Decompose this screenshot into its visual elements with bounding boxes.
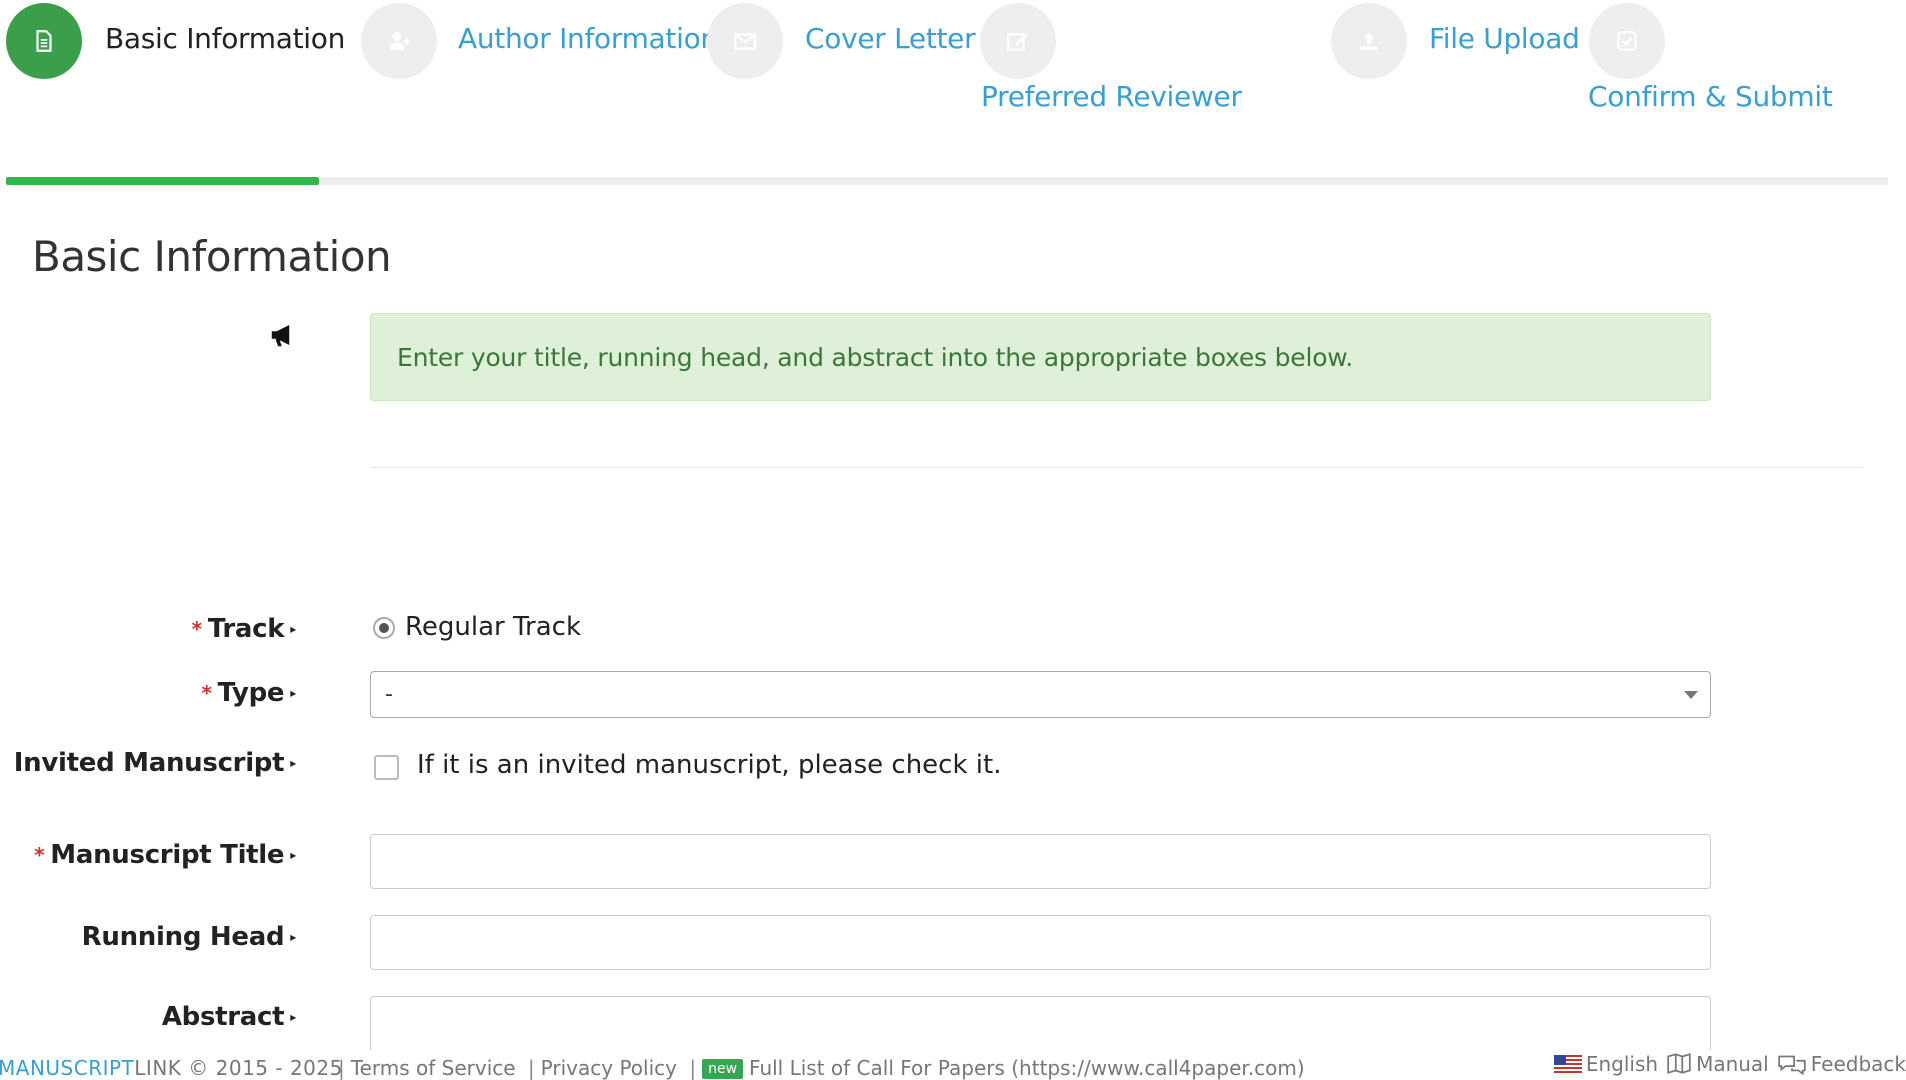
invited-manuscript-checkbox[interactable]	[374, 755, 399, 780]
abstract-label: Abstract ▸	[162, 1002, 296, 1032]
separator: |	[527, 1056, 535, 1080]
footer-links: | Terms of Service | Privacy Policy | new Fu…	[332, 1056, 1305, 1080]
running-head-label-text: Running Head	[81, 922, 285, 952]
track-label: * Track ▸	[191, 614, 297, 644]
envelope-icon	[734, 33, 756, 50]
type-select-value: -	[385, 682, 393, 707]
track-option-label[interactable]: Regular Track	[405, 612, 581, 642]
invited-label-text: Invited Manuscript	[13, 748, 285, 778]
separator: |	[689, 1056, 697, 1080]
document-icon	[36, 30, 52, 52]
footer-brand: MANUSCRIPTLINK © 2015 - 2025	[0, 1056, 343, 1080]
required-mark: *	[201, 681, 212, 705]
type-select[interactable]: -	[370, 671, 1711, 718]
radio-dot	[379, 623, 389, 633]
feedback-label: Feedback	[1810, 1052, 1906, 1076]
caret-right-icon: ▸	[290, 930, 296, 944]
book-icon	[1667, 1053, 1691, 1074]
edit-icon	[1007, 33, 1028, 51]
manual-link[interactable]: Manual	[1666, 1052, 1769, 1076]
step-label-confirm-submit[interactable]: Confirm & Submit	[1588, 80, 1833, 113]
step-file-upload[interactable]	[1331, 3, 1407, 79]
step-preferred-reviewer[interactable]	[980, 3, 1056, 79]
running-head-label: Running Head ▸	[81, 922, 297, 952]
divider	[370, 467, 1863, 468]
running-head-input[interactable]	[370, 915, 1711, 970]
caret-right-icon: ▸	[290, 1010, 296, 1024]
step-label-file-upload[interactable]: File Upload	[1429, 22, 1580, 55]
brand-manuscript: MANUSCRIPT	[0, 1056, 135, 1080]
language-label: English	[1585, 1052, 1659, 1076]
page-title: Basic Information	[32, 232, 392, 281]
manual-label: Manual	[1696, 1052, 1769, 1076]
manuscript-title-label-text: Manuscript Title	[50, 840, 285, 870]
terms-link[interactable]: Terms of Service	[351, 1056, 516, 1080]
language-selector[interactable]: English	[1553, 1052, 1659, 1076]
megaphone-icon	[271, 325, 290, 347]
feedback-link[interactable]: Feedback	[1777, 1052, 1906, 1076]
manuscript-title-label: * Manuscript Title ▸	[34, 840, 296, 870]
manuscript-title-input[interactable]	[370, 834, 1711, 889]
us-flag-icon	[1553, 1055, 1582, 1073]
step-basic-information[interactable]	[6, 3, 82, 79]
copyright: © 2015 - 2025	[188, 1056, 343, 1080]
call-for-papers-link[interactable]: Full List of Call For Papers (https://ww…	[749, 1056, 1305, 1080]
step-label-cover-letter[interactable]: Cover Letter	[805, 22, 976, 55]
upload-icon	[1360, 32, 1378, 50]
separator: |	[338, 1056, 345, 1080]
type-label: * Type ▸	[201, 678, 296, 708]
invited-manuscript-checkbox-label[interactable]: If it is an invited manuscript, please c…	[417, 750, 1001, 780]
add-user-icon	[389, 32, 410, 50]
footer-right: English Manual Feedback	[1553, 1052, 1906, 1076]
abstract-label-text: Abstract	[161, 1002, 285, 1032]
type-label-text: Type	[217, 678, 285, 708]
chat-bubbles-icon	[1778, 1055, 1806, 1075]
track-radio-regular[interactable]	[373, 617, 395, 639]
caret-right-icon: ▸	[290, 622, 296, 636]
privacy-link[interactable]: Privacy Policy	[541, 1056, 677, 1080]
abstract-textarea[interactable]	[370, 996, 1711, 1056]
wizard-progress-bar	[6, 177, 1888, 185]
footer: MANUSCRIPTLINK © 2015 - 2025 | Terms of S…	[0, 1050, 1906, 1080]
instruction-notice: Enter your title, running head, and abst…	[370, 313, 1711, 401]
step-label-basic-information[interactable]: Basic Information	[105, 22, 345, 55]
invited-manuscript-label: Invited Manuscript ▸	[13, 748, 297, 778]
required-mark: *	[34, 843, 45, 867]
step-label-preferred-reviewer[interactable]: Preferred Reviewer	[981, 80, 1242, 113]
caret-right-icon: ▸	[290, 756, 296, 770]
step-author-information[interactable]	[361, 3, 437, 79]
step-confirm-submit[interactable]	[1589, 3, 1665, 79]
caret-right-icon: ▸	[290, 848, 296, 862]
required-mark: *	[191, 617, 202, 641]
brand-link: LINK	[134, 1056, 182, 1080]
check-icon	[1617, 31, 1637, 51]
step-cover-letter[interactable]	[707, 3, 783, 79]
wizard-progress-fill	[6, 177, 319, 185]
track-label-text: Track	[207, 614, 285, 644]
step-label-author-information[interactable]: Author Information	[458, 22, 718, 55]
new-badge: new	[702, 1059, 744, 1079]
chevron-down-icon	[1684, 691, 1698, 699]
caret-right-icon: ▸	[290, 686, 296, 700]
